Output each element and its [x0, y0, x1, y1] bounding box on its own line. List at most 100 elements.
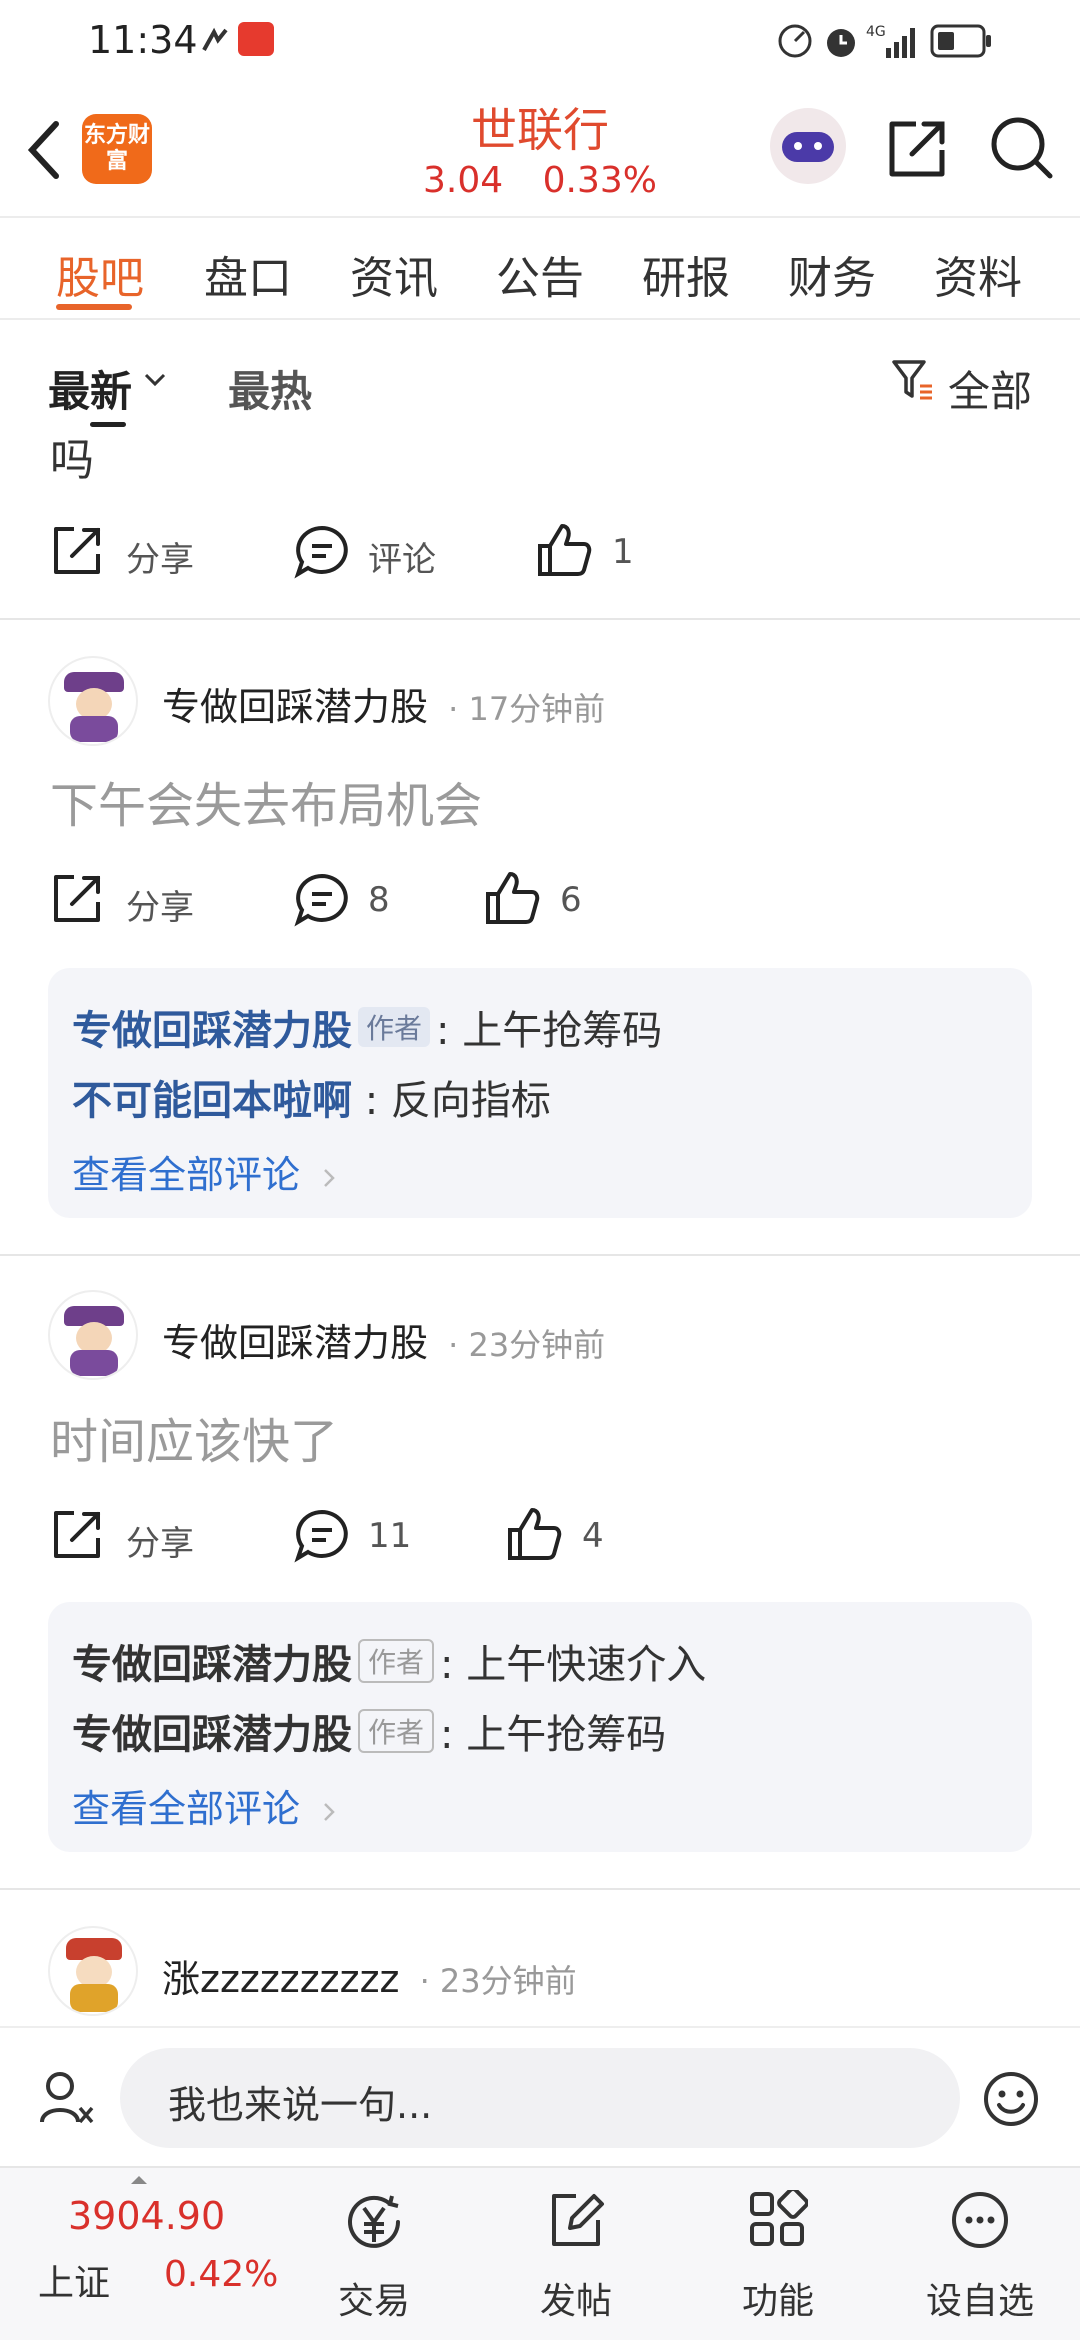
divider: [0, 618, 1080, 620]
post-text[interactable]: 下午会失去布局机会: [50, 766, 482, 836]
post-time: · 23分钟前: [448, 1326, 606, 1364]
share-label[interactable]: 分享: [126, 1516, 194, 1565]
comment-text: : 上午快速介入: [440, 1642, 707, 1688]
tab-guba[interactable]: 股吧: [56, 242, 144, 306]
like-count: 1: [612, 532, 634, 572]
nav-functions-label[interactable]: 功能: [678, 2272, 878, 2324]
ai-assistant-avatar[interactable]: [770, 108, 846, 184]
post-time: · 23分钟前: [419, 1962, 577, 2000]
stock-change: 0.33%: [542, 160, 657, 201]
thumbs-up-icon[interactable]: [484, 870, 540, 926]
filter-all[interactable]: 全部: [948, 358, 1032, 419]
comment-line: 专做回踩潜力股 作者: 上午抢筹码: [72, 1702, 666, 1760]
index-change: 0.42%: [164, 2254, 279, 2295]
share-icon[interactable]: [50, 1508, 104, 1562]
comment-input[interactable]: 我也来说一句...: [120, 2048, 960, 2148]
post-author[interactable]: 专做回踩潜力股 · 17分钟前: [162, 676, 605, 731]
comment-icon[interactable]: [294, 1508, 350, 1564]
avatar[interactable]: [48, 1926, 138, 2016]
nav-functions[interactable]: 功能: [678, 2168, 878, 2342]
commenter-name[interactable]: 专做回踩潜力股: [72, 1642, 352, 1688]
author-badge: 作者: [358, 1007, 431, 1047]
more-icon: [952, 2192, 1008, 2248]
svg-text:4G: 4G: [866, 24, 886, 40]
see-all-comments-link[interactable]: 查看全部评论: [72, 1778, 336, 1833]
share-label[interactable]: 分享: [126, 880, 194, 929]
divider: [0, 1888, 1080, 1890]
cell-signal-icon: 4G: [866, 24, 915, 58]
nav-post-label[interactable]: 发帖: [476, 2272, 676, 2324]
share-icon[interactable]: [50, 524, 104, 578]
index-value: 3904.90: [68, 2194, 226, 2238]
signal-app-icon: [202, 27, 228, 51]
avatar[interactable]: [48, 656, 138, 746]
edit-icon: [552, 2194, 604, 2246]
tab-research[interactable]: 研报: [642, 242, 730, 306]
nav-trade[interactable]: 交易: [274, 2168, 474, 2342]
tab-announcements[interactable]: 公告: [496, 242, 584, 306]
comment-input-bar: 我也来说一句...: [0, 2026, 1080, 2166]
emoji-icon[interactable]: [982, 2070, 1040, 2128]
nav-watchlist-label[interactable]: 设自选: [880, 2272, 1080, 2324]
chevron-down-icon[interactable]: [144, 372, 166, 388]
see-all-label[interactable]: 查看全部评论: [72, 1153, 300, 1197]
comment-preview[interactable]: 专做回踩潜力股 作者: 上午快速介入 专做回踩潜力股 作者: 上午抢筹码 查看全部评…: [48, 1602, 1032, 1852]
comment-preview[interactable]: 专做回踩潜力股 作者: 上午抢筹码 不可能回本啦啊 : 反向指标 查看全部评论: [48, 968, 1032, 1218]
index-name: 上证: [38, 2263, 111, 2304]
tab-profile[interactable]: 资料: [934, 242, 1022, 306]
commenter-name[interactable]: 不可能回本啦啊: [72, 1078, 352, 1124]
grid-icon: [750, 2190, 808, 2246]
status-time: 11:34: [88, 18, 198, 62]
post-author[interactable]: 专做回踩潜力股 · 23分钟前: [162, 1312, 605, 1367]
post-time: · 17分钟前: [448, 690, 606, 728]
thumbs-up-icon[interactable]: [506, 1506, 562, 1562]
see-all-comments-link[interactable]: 查看全部评论: [72, 1144, 336, 1199]
post-author[interactable]: 涨zzzzzzzzzz · 23分钟前: [162, 1948, 577, 2003]
voice-input-icon[interactable]: [38, 2070, 96, 2128]
comment-count[interactable]: 8: [368, 880, 390, 920]
filter-hot[interactable]: 最热: [228, 358, 312, 419]
nav-trade-label[interactable]: 交易: [274, 2272, 474, 2324]
commenter-name[interactable]: 专做回踩潜力股: [72, 1712, 352, 1758]
index-ticker[interactable]: 3904.90 上证 0.42%: [0, 2168, 280, 2342]
battery-icon: [930, 24, 991, 58]
like-count: 6: [560, 880, 582, 920]
author-name[interactable]: 涨zzzzzzzzzz: [162, 1957, 399, 2001]
chevron-right-icon: [324, 1802, 335, 1821]
share-icon[interactable]: [886, 118, 948, 180]
comment-input-placeholder[interactable]: 我也来说一句...: [168, 2074, 432, 2129]
tab-news[interactable]: 资讯: [350, 242, 438, 306]
comment-line: 专做回踩潜力股 作者: 上午快速介入: [72, 1632, 706, 1690]
yen-icon: [348, 2195, 400, 2248]
filter-latest[interactable]: 最新: [48, 358, 132, 419]
divider: [0, 1254, 1080, 1256]
author-badge: 作者: [358, 1709, 435, 1753]
partial-post-text: 吗: [50, 435, 94, 486]
commenter-name[interactable]: 专做回踩潜力股: [72, 1008, 352, 1054]
scroll-indicator: [90, 422, 126, 427]
comment-label[interactable]: 评论: [368, 532, 436, 581]
author-name[interactable]: 专做回踩潜力股: [162, 1321, 428, 1365]
comment-text: : 上午抢筹码: [436, 1008, 663, 1054]
author-name[interactable]: 专做回踩潜力股: [162, 685, 428, 729]
filter-icon[interactable]: [890, 356, 936, 402]
share-label[interactable]: 分享: [126, 532, 194, 581]
nav-post[interactable]: 发帖: [476, 2168, 676, 2342]
comment-icon[interactable]: [294, 524, 350, 580]
share-icon[interactable]: [50, 872, 104, 926]
comment-count[interactable]: 11: [368, 1516, 411, 1556]
search-icon[interactable]: [988, 114, 1054, 180]
comment-icon[interactable]: [294, 872, 350, 928]
post-text[interactable]: 时间应该快了: [50, 1402, 338, 1472]
see-all-label[interactable]: 查看全部评论: [72, 1787, 300, 1831]
status-bar: 11:34 4G: [0, 0, 1080, 84]
nav-watchlist[interactable]: 设自选: [880, 2168, 1080, 2342]
thumbs-up-icon[interactable]: [536, 522, 592, 578]
tab-pankou[interactable]: 盘口: [204, 242, 292, 306]
tab-finance[interactable]: 财务: [788, 242, 876, 306]
comment-line: 专做回踩潜力股 作者: 上午抢筹码: [72, 998, 662, 1056]
avatar[interactable]: [48, 1290, 138, 1380]
active-tab-indicator: [56, 304, 132, 310]
comment-line: 不可能回本啦啊 : 反向指标: [72, 1068, 551, 1126]
chevron-right-icon: [324, 1168, 335, 1187]
